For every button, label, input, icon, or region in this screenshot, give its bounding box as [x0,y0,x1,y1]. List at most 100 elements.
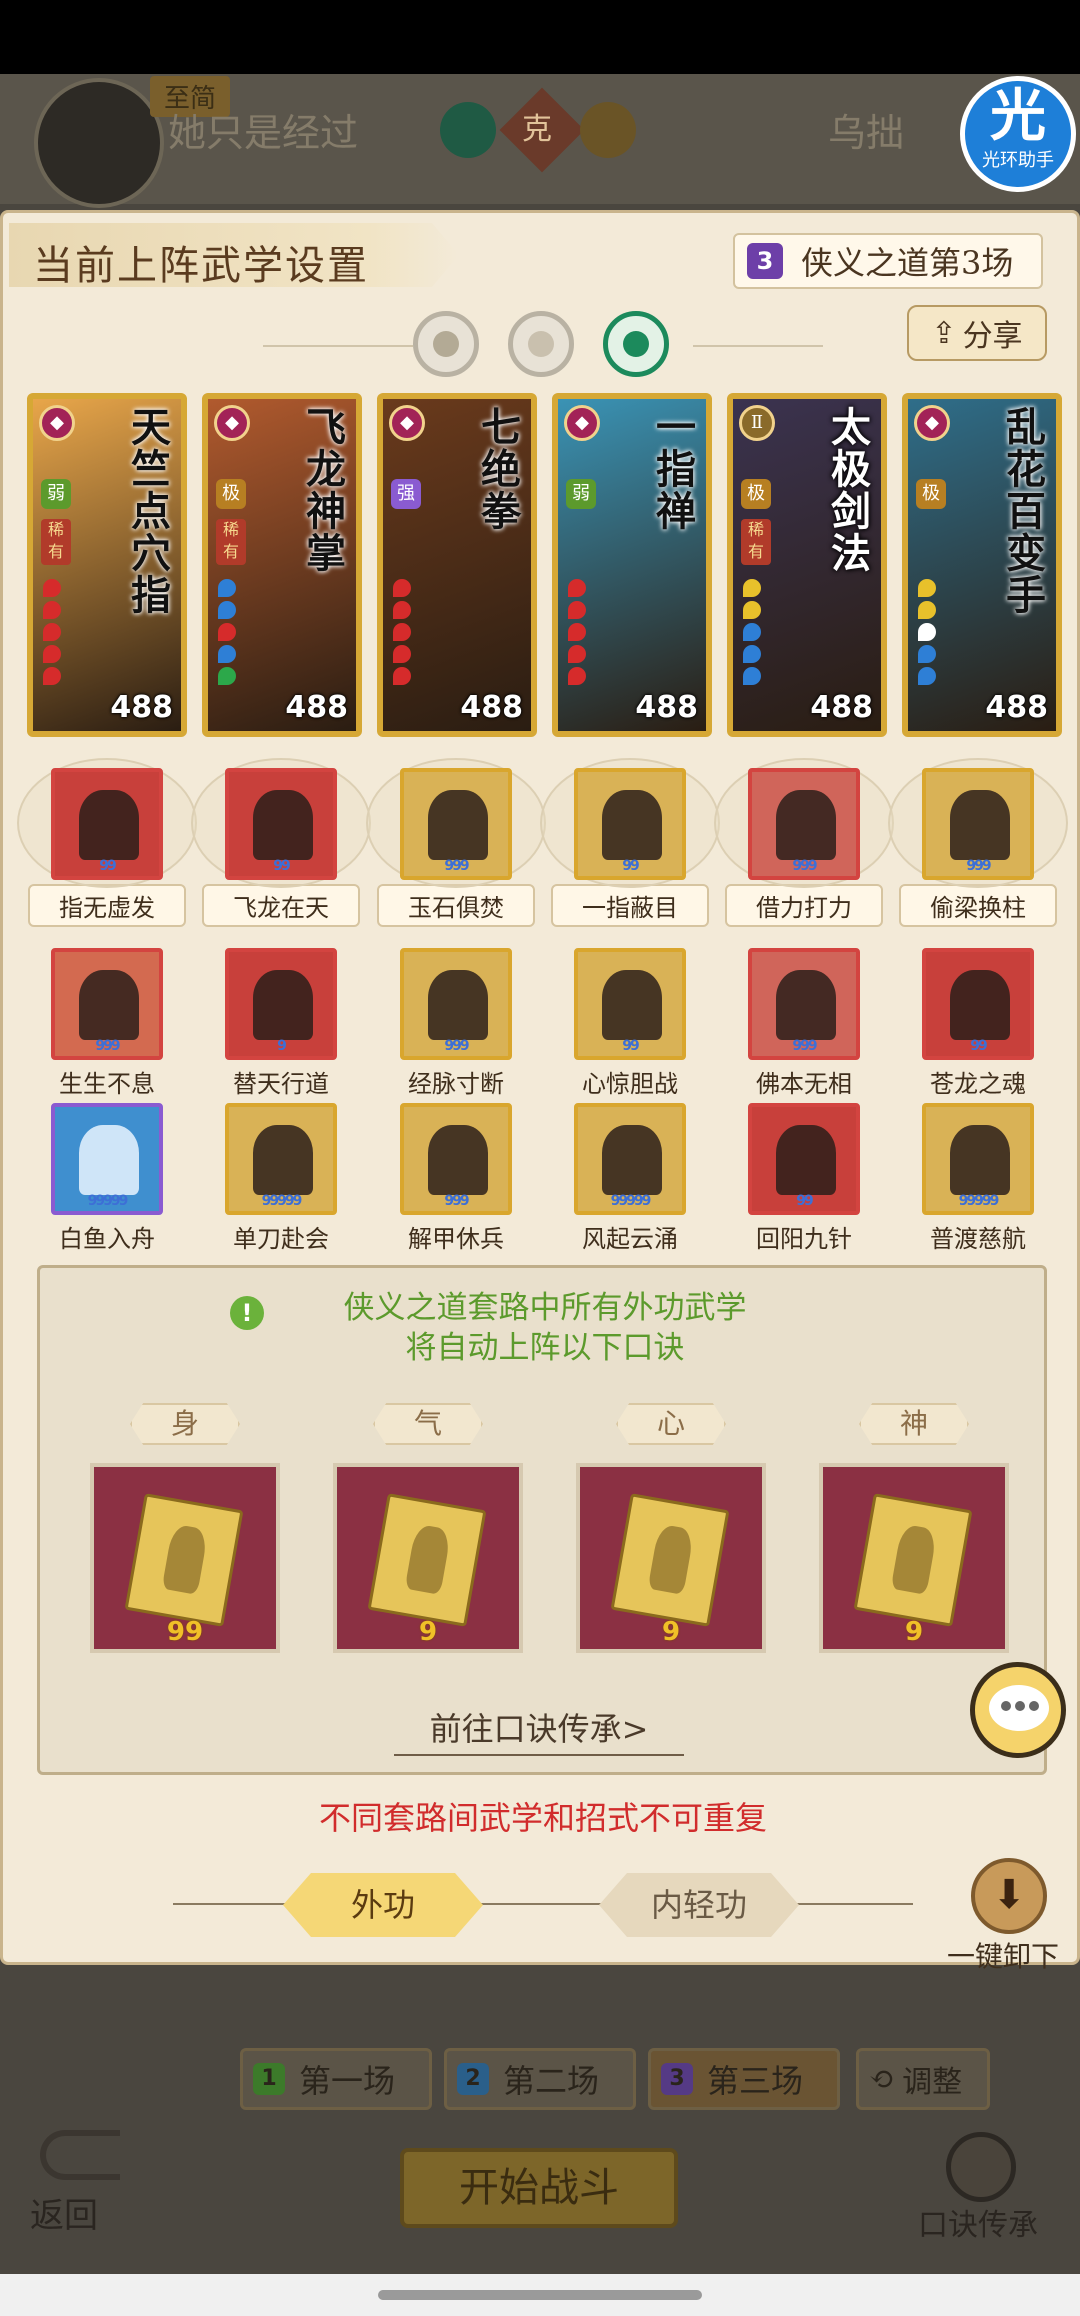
gem-column [568,579,628,709]
martial-card[interactable]: ◆ 极 稀有 飞龙神掌 488 [202,393,362,737]
skill-icon: 999 [748,948,860,1060]
skill-icon: 999 [51,948,163,1060]
skill-icon: 99 [574,768,686,880]
koujue-label: 身 [130,1403,240,1445]
skill-slot[interactable]: 99 苍龙之魂 [918,948,1038,1099]
koujue-transfer-button[interactable]: 口诀传承 [918,2200,1038,2244]
tab-inner-skill[interactable]: 内轻功 [599,1873,799,1937]
card-name: 一指禅 [656,404,696,535]
brand-logo-glyph: 光 [990,83,1046,149]
skill-stars: 999 [966,858,991,874]
skill-label: 飞龙在天 [202,884,360,927]
gem-column [43,579,103,709]
match-tag-label: 侠义之道第3场 [801,244,1014,282]
skill-slot[interactable]: 99999 普渡慈航 [918,1103,1038,1254]
left-player-avatar [34,78,164,208]
skill-slot[interactable]: 99999 白鱼入舟 [47,1103,167,1254]
divider-left [263,345,413,347]
skill-slot[interactable]: 999 生生不息 [47,948,167,1099]
card-name: 天竺点穴指 [131,404,171,619]
rarity-badge: 稀有 [741,519,771,565]
skill-label: 替天行道 [233,1070,329,1098]
koujue-slot-body[interactable]: 身 99 [90,1403,280,1653]
back-button[interactable]: 返回 [30,2188,98,2237]
card-name: 太极剑法 [831,404,871,577]
skill-slot[interactable]: 999 经脉寸断 [396,948,516,1099]
skill-stars: 999 [792,858,817,874]
skill-icon: 999 [400,768,512,880]
card-level: 488 [810,690,873,725]
skill-stars: 999 [792,1038,817,1054]
martial-card[interactable]: ◆ 弱 一指禅 488 [552,393,712,737]
gem-column [218,579,278,709]
skill-slot[interactable]: 999 借力打力 [714,758,894,927]
panel-title: 当前上阵武学设置 [33,243,369,289]
start-battle-button[interactable]: 开始战斗 [400,2148,678,2228]
koujue-card: 9 [819,1463,1009,1653]
skill-stars: 99999 [261,1193,303,1209]
skill-icon: 999 [748,768,860,880]
koujue-stars: 99 [166,1617,204,1647]
koujue-card: 9 [333,1463,523,1653]
skill-slot[interactable]: 999 解甲休兵 [396,1103,516,1254]
skill-slot[interactable]: 99 一指蔽目 [540,758,720,927]
koujue-label: 心 [616,1403,726,1445]
unload-all-button[interactable]: ⬇ [971,1858,1047,1934]
skill-stars: 999 [444,858,469,874]
skill-slot[interactable]: 99999 单刀赴会 [221,1103,341,1254]
card-name: 七绝拳 [481,404,521,535]
skill-icon: 99999 [574,1103,686,1215]
warning-text: 不同套路间武学和招式不可重复 [318,1799,767,1837]
koujue-slot-spirit[interactable]: 神 9 [819,1403,1009,1653]
skill-slot[interactable]: 99 飞龙在天 [191,758,371,927]
match-number-badge: 3 [747,243,783,279]
martial-card[interactable]: ◆ 强 七绝拳 488 [377,393,537,737]
rank-icon: Ⅱ [739,405,775,441]
round-3-tab[interactable]: 3 第三场 [648,2048,840,2110]
moon-element-icon[interactable] [413,311,479,377]
skill-label: 单刀赴会 [233,1225,329,1253]
card-level: 488 [460,690,523,725]
skill-slot[interactable]: 999 偷梁换柱 [888,758,1068,927]
skill-slot[interactable]: 99999 风起云涌 [570,1103,690,1254]
gem-column [918,579,978,709]
skill-slot[interactable]: 99 回阳九针 [744,1103,864,1254]
back-arrow-icon [40,2130,120,2180]
round-1-tab[interactable]: 1 第一场 [240,2048,432,2110]
share-button[interactable]: ⇪ 分享 [907,305,1047,361]
skill-stars: 99999 [610,1193,652,1209]
goto-koujue-link[interactable]: 前往口诀传承> [394,1704,684,1756]
skill-icon: 999 [922,768,1034,880]
martial-cards: ◆ 弱 稀有 天竺点穴指 488 ◆ 极 稀有 飞龙神掌 488 ◆ 强 七绝拳… [27,393,1067,737]
tier-badge: 极 [741,479,771,509]
round-2-tab[interactable]: 2 第二场 [444,2048,636,2110]
skill-label: 生生不息 [59,1070,155,1098]
skill-slot[interactable]: 9 替天行道 [221,948,341,1099]
skill-slot[interactable]: 999 玉石俱焚 [366,758,546,927]
sun-element-icon[interactable] [508,311,574,377]
round-label: 第一场 [299,2062,396,2100]
home-gesture-bar[interactable] [378,2290,702,2300]
skill-label: 白鱼入舟 [59,1225,155,1253]
skill-slot[interactable]: 99 心惊胆战 [570,948,690,1099]
skill-label: 心惊胆战 [582,1070,678,1098]
martial-card[interactable]: ◆ 弱 稀有 天竺点穴指 488 [27,393,187,737]
skill-icon: 99999 [225,1103,337,1215]
martial-card[interactable]: Ⅱ 极 稀有 太极剑法 488 [727,393,887,737]
koujue-slot-heart[interactable]: 心 9 [576,1403,766,1653]
chat-icon[interactable] [970,1662,1066,1758]
koujue-slot-qi[interactable]: 气 9 [333,1403,523,1653]
skill-slot[interactable]: 999 佛本无相 [744,948,864,1099]
tab-outer-skill[interactable]: 外功 [283,1873,483,1937]
skill-stars: 99 [796,1193,813,1209]
tier-badge: 强 [391,479,421,509]
brand-logo-button[interactable]: 光 光环助手 [960,76,1076,192]
status-bar [0,0,1080,74]
skill-icon: 99 [225,768,337,880]
skill-stars: 99 [622,858,639,874]
skill-slot[interactable]: 99 指无虚发 [17,758,197,927]
martial-card[interactable]: ◆ 极 乱花百变手 488 [902,393,1062,737]
adjust-button[interactable]: ⟲ 调整 [856,2048,990,2110]
round-label: 第二场 [503,2062,600,2100]
jade-element-icon[interactable] [603,311,669,377]
